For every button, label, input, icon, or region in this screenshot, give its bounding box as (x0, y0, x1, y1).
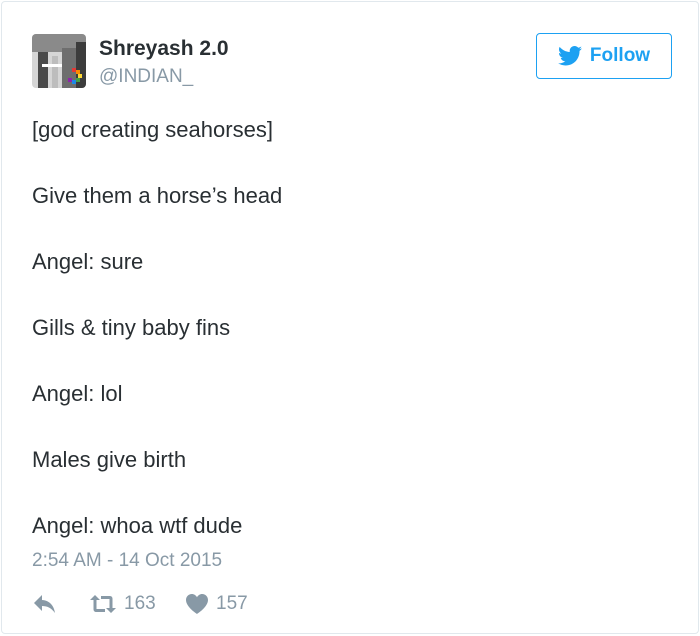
tweet-card: Shreyash 2.0 @INDIAN_ Follow [god creati… (1, 1, 699, 634)
display-name[interactable]: Shreyash 2.0 (99, 37, 229, 61)
tweet-text-line: Angel: whoa wtf dude (32, 513, 243, 538)
reply-icon (34, 595, 55, 613)
heart-icon (186, 594, 208, 614)
retweet-button[interactable]: 163 (90, 591, 156, 617)
tweet-timestamp[interactable]: 2:54 AM - 14 Oct 2015 (32, 550, 222, 572)
avatar-image (32, 34, 86, 88)
tweet-text-line: [god creating seahorses] (32, 117, 273, 142)
reply-button[interactable] (34, 591, 56, 617)
tweet-text-line: Angel: lol (32, 381, 123, 406)
twitter-bird-icon (557, 46, 582, 66)
tweet-text-line: Angel: sure (32, 249, 144, 274)
tweet-text-line: Gills & tiny baby fins (32, 315, 231, 340)
like-button[interactable]: 157 (186, 591, 248, 617)
follow-button[interactable]: Follow (536, 33, 672, 79)
like-count: 157 (216, 593, 248, 614)
tweet-text-line: Give them a horse’s head (32, 183, 283, 208)
user-handle[interactable]: @INDIAN_ (99, 66, 193, 88)
retweet-count: 163 (124, 593, 156, 614)
retweet-icon (90, 595, 116, 613)
profile-photo-icon[interactable] (32, 34, 86, 88)
follow-label: Follow (589, 45, 651, 66)
tweet-text-line: Males give birth (32, 447, 187, 472)
